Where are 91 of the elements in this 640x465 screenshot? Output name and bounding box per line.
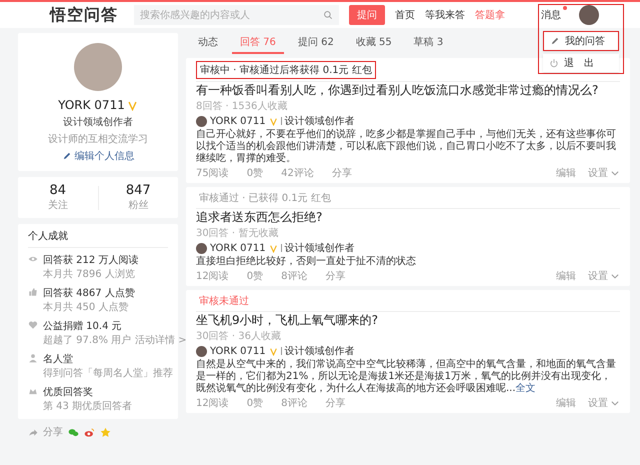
stat-value: 847 (126, 183, 151, 198)
settings-dropdown[interactable]: 设置 (588, 166, 620, 180)
action-link[interactable]: 42评论 (281, 166, 314, 180)
activity-details-link[interactable]: 活动详情 > (135, 335, 187, 346)
menu-item[interactable]: 退 出 (543, 54, 619, 72)
person-icon (28, 353, 38, 363)
thumbs-up-icon (28, 287, 38, 297)
achievement-detail: 得到问答「每周名人堂」推荐 (43, 368, 173, 379)
achievement-title: 公益捐赠 10.4 元 (43, 320, 123, 333)
author-name: YORK 0711 (210, 346, 266, 356)
achievement-title: 名人堂 (43, 352, 74, 366)
search-icon (323, 10, 333, 20)
action-link[interactable]: 8评论 (281, 269, 308, 283)
nav-link[interactable]: 答题拿 (475, 8, 505, 22)
action-link[interactable]: 8评论 (281, 396, 308, 410)
question-meta: 30回答 · 暂无收藏 (196, 226, 280, 240)
pencil-icon (62, 151, 72, 161)
user-bio: 设计师的互相交流学习 (48, 132, 148, 146)
tab[interactable]: 动态 (190, 33, 226, 54)
stat-label: 关注 (48, 198, 68, 212)
tab[interactable]: 收藏 55 (348, 33, 400, 54)
section-title: 个人成就 (28, 229, 168, 248)
nav-link[interactable]: 等我来答 (425, 8, 465, 22)
review-status: 审核中 · 审核通过后将获得 0.1元 红包 (196, 61, 376, 79)
edit-link[interactable]: 编辑 (556, 396, 576, 410)
tab[interactable]: 回答 76 (232, 33, 284, 54)
action-link[interactable]: 75阅读 (196, 166, 229, 180)
star-icon (100, 426, 111, 438)
search-field[interactable]: 搜索你感兴趣的内容或人 (134, 5, 339, 25)
question-title[interactable]: 坐飞机9小时，飞机上氧气哪来的? (196, 313, 620, 328)
ask-button[interactable]: 提问 (349, 5, 385, 25)
achievement-detail: 本月共 7896 人浏览 (43, 269, 135, 280)
question-title[interactable]: 追求者送东西怎么拒绝? (196, 210, 620, 225)
action-link[interactable]: 0赞 (246, 269, 264, 283)
read-more-link[interactable]: 全文 (516, 383, 536, 394)
achievement-title: 回答获 4867 人点赞 (43, 286, 135, 300)
review-status: 审核未通过 (198, 294, 250, 309)
avatar (196, 242, 207, 254)
settings-dropdown[interactable]: 设置 (588, 269, 620, 283)
stat-value: 84 (49, 183, 66, 198)
pencil-icon (550, 36, 560, 46)
answer-text: 自然是从空气中来的，我们常说高空中空气比较稀薄，但高空中的氧气含量，和地面的氧气含量是一样的，它们都为21%，所以无论是海拔1米还是海拔1万米，氧气的比例并没有出现变化，既然说氧气的比例没有变化，为什么人在海拔高的地方还会呼吸困难呢...全文 (196, 359, 617, 395)
edit-profile-link[interactable]: 编辑个人信息 (62, 149, 134, 163)
achievement-detail: 第 43 期优质回答者 (43, 401, 132, 412)
chat-bubbles-icon (68, 426, 79, 438)
eye-icon (28, 254, 38, 264)
share-label: 分享 (43, 426, 63, 439)
eye-logo-icon (84, 426, 95, 438)
tab[interactable]: 草稿 3 (406, 33, 452, 54)
settings-dropdown[interactable]: 设置 (588, 396, 620, 410)
achievement-title: 优质回答奖 (43, 386, 94, 399)
author-name: YORK 0711 (210, 116, 266, 126)
menu-item[interactable]: 我的问答 (543, 31, 619, 51)
user-name: YORK 0711 (58, 98, 125, 112)
action-link[interactable]: 分享 (332, 166, 352, 180)
achievement-title: 回答获 212 万人阅读 (43, 254, 138, 267)
stat-label: 粉丝 (128, 198, 148, 212)
action-link[interactable]: 0赞 (246, 396, 264, 410)
logo[interactable]: 悟空问答 (50, 4, 118, 26)
action-link[interactable]: 分享 (325, 396, 346, 410)
action-link[interactable]: 12阅读 (196, 269, 229, 283)
avatar (196, 346, 207, 356)
question-title[interactable]: 有一种饭香叫看别人吃，你遇到过看别人吃饭流口水感觉非常过瘾的情况么? (196, 83, 620, 98)
edit-link[interactable]: 编辑 (556, 166, 576, 180)
power-icon (549, 58, 559, 68)
share-icon (28, 427, 38, 437)
menu-label: 我的问答 (565, 34, 605, 48)
author-name: YORK 0711 (210, 242, 266, 254)
action-link[interactable]: 分享 (325, 269, 346, 283)
author-role: 设计领域创作者 (284, 242, 355, 255)
achievement-detail: 本月共 450 人点赞 (43, 302, 128, 313)
avatar (74, 43, 122, 91)
tab[interactable]: 提问 62 (290, 33, 342, 54)
answer-text: 直接坦白拒绝比较好，否则一直处于扯不清的状态 (196, 256, 417, 268)
review-status: 审核通过 · 已获得 0.1元 红包 (198, 192, 332, 206)
action-link[interactable]: 0赞 (246, 166, 264, 180)
avatar[interactable] (579, 5, 599, 25)
nav-link[interactable]: 首页 (395, 8, 415, 22)
avatar (196, 116, 207, 126)
answer-text: 自己开心就好，不要在乎他们的说辞，吃多少都是掌握自己手中，与他们无关，还有这些事你可以找个适当的机会跟他们讲清楚，可以私底下跟他们说，自己胃口小吃不了太多，以后不要叫我继续吃，胃撑的难受。 (196, 129, 617, 165)
menu-label: 退 出 (564, 56, 594, 70)
author-role: 设计领域创作者 (284, 114, 355, 128)
edit-link[interactable]: 编辑 (556, 269, 576, 283)
achievement-detail: 超越了 97.8% 用户 (43, 335, 132, 346)
action-link[interactable]: 12阅读 (196, 396, 229, 410)
user-title: 设计领域创作者 (63, 116, 133, 129)
messages-link[interactable]: 消息 (541, 8, 561, 22)
question-meta: 30回答 · 36人收藏 (196, 330, 282, 343)
question-meta: 8回答 · 1536人收藏 (196, 100, 288, 113)
heart-icon (28, 320, 38, 330)
author-role: 设计领域创作者 (284, 344, 355, 358)
